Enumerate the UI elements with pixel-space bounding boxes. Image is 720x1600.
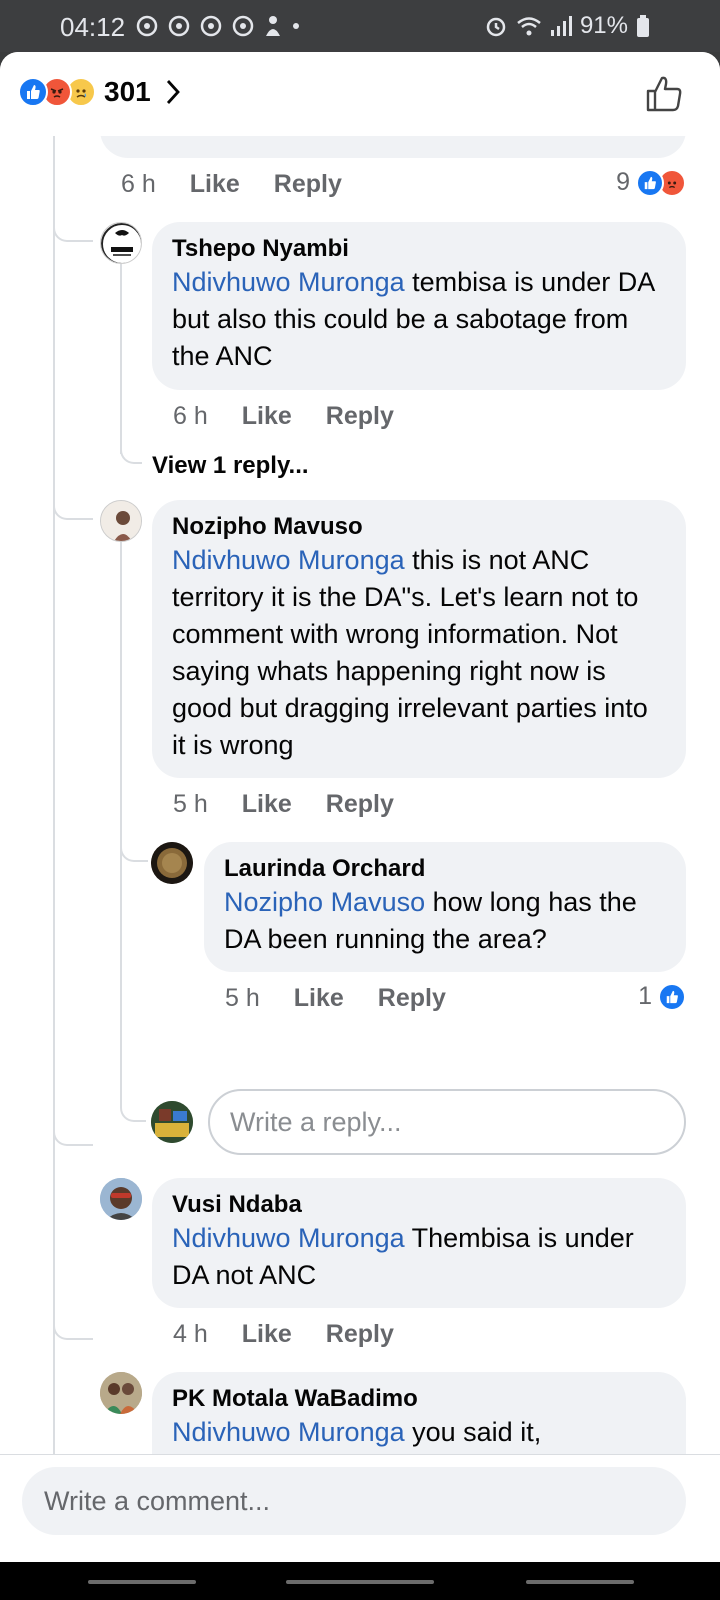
avatar[interactable] [100,500,142,542]
reply-link[interactable]: Reply [378,984,446,1013]
like-icon [636,168,664,197]
comment-author[interactable]: Laurinda Orchard [224,854,666,884]
comment-time: 4 h [173,1320,208,1348]
comment-text: Ndivhuwo Muronga this is not ANC territo… [172,542,666,764]
thread-connector [53,474,93,520]
reaction-summary[interactable]: 301 [18,76,181,108]
comment-actions: 4 h Like Reply [173,1320,394,1349]
comment-time: 6 h [121,170,156,198]
comment-time: 5 h [225,984,260,1012]
comment-author[interactable]: Tshepo Nyambi [172,234,666,264]
signal-icon [550,16,572,36]
wifi-icon [517,17,541,36]
nav-home-button[interactable] [286,1580,434,1584]
reactions-header: 301 [0,52,720,136]
comment-thread: 6 h Like Reply 9 Tshepo Nyambi Ndivhuwo … [0,136,720,1466]
reply-link[interactable]: Reply [326,402,394,431]
avatar[interactable] [151,842,193,884]
comment-body: this is not ANC territory it is the DA"s… [172,545,648,760]
battery-icon [637,15,649,37]
like-link[interactable]: Like [190,170,240,199]
reply-link[interactable]: Reply [274,170,342,199]
mention-link[interactable]: Ndivhuwo Muronga [172,267,405,297]
comment-composer: Write a comment... [0,1454,720,1562]
comment-bubble[interactable]: PK Motala WaBadimo Ndivhuwo Muronga you … [152,1372,686,1466]
status-bar: 04:12 91% [0,0,720,52]
chevron-right-icon [166,80,180,104]
recycle-icon [232,15,254,37]
reply-input[interactable]: Write a reply... [208,1089,686,1155]
alarm-icon [486,17,506,37]
comment-time: 5 h [173,790,208,818]
thread-connector [53,1100,93,1146]
like-link[interactable]: Like [294,984,344,1013]
battery-percent: 91% [579,12,628,39]
thread-connector [53,1294,93,1340]
thread-connector [120,416,142,464]
thumbs-up-icon [646,76,682,112]
comment-reaction-count: 9 [616,168,630,196]
comment-author[interactable]: Nozipho Mavuso [172,512,666,542]
comment-text: Nozipho Mavuso how long has the DA been … [224,884,666,958]
avatar[interactable] [100,222,142,264]
comment-bubble-partial[interactable] [100,136,686,158]
like-link[interactable]: Like [242,402,292,431]
comments-sheet: 301 6 h Like Reply 9 Tshepo Nyambi Ndivh… [0,52,720,1562]
comment-reactions[interactable]: 1 [638,982,686,1011]
view-replies-link[interactable]: View 1 reply... [152,452,309,480]
comment-actions: 5 h Like Reply [225,984,446,1013]
comment-actions: 5 h Like Reply [173,790,394,819]
comment-text: Ndivhuwo Muronga tembisa is under DA but… [172,264,666,375]
reply-bubble[interactable]: Laurinda Orchard Nozipho Mavuso how long… [204,842,686,972]
notification-icons [135,14,301,38]
reply-link[interactable]: Reply [326,790,394,819]
comment-actions: 6 h Like Reply [121,170,342,199]
like-icon [658,982,686,1011]
nav-recent-button[interactable] [88,1580,196,1584]
avatar[interactable] [100,1178,142,1220]
current-user-avatar [151,1101,193,1143]
comment-reactions[interactable]: 9 [616,168,686,197]
mention-link[interactable]: Ndivhuwo Muronga [172,1417,405,1447]
thread-line [53,136,55,1466]
comment-author[interactable]: Vusi Ndaba [172,1190,666,1220]
thread-connector [120,816,148,862]
recycle-icon [200,15,222,37]
status-time: 04:12 [60,12,126,42]
reaction-count: 301 [104,76,151,107]
comment-input[interactable]: Write a comment... [22,1467,686,1535]
comment-bubble[interactable]: Vusi Ndaba Ndivhuwo Muronga Thembisa is … [152,1178,686,1308]
mention-link[interactable]: Nozipho Mavuso [224,887,425,917]
thread-connector [120,1076,146,1122]
like-icon [18,77,48,107]
system-nav-bar [0,1562,720,1600]
comment-time: 6 h [173,402,208,430]
mention-link[interactable]: Ndivhuwo Muronga [172,545,405,575]
like-link[interactable]: Like [242,790,292,819]
comment-actions: 6 h Like Reply [173,402,394,431]
avatar[interactable] [100,1372,142,1414]
comment-bubble[interactable]: Tshepo Nyambi Ndivhuwo Muronga tembisa i… [152,222,686,390]
comment-author[interactable]: PK Motala WaBadimo [172,1384,666,1414]
comment-bubble[interactable]: Nozipho Mavuso Ndivhuwo Muronga this is … [152,500,686,778]
dot-icon [293,23,299,29]
recycle-icon [136,15,158,37]
thread-connector [53,196,93,242]
mention-link[interactable]: Ndivhuwo Muronga [172,1223,405,1253]
comment-text: Ndivhuwo Muronga Thembisa is under DA no… [172,1220,666,1294]
like-link[interactable]: Like [242,1320,292,1349]
like-post-button[interactable] [644,74,684,119]
nav-back-button[interactable] [526,1580,634,1584]
reply-link[interactable]: Reply [326,1320,394,1349]
recycle-icon [168,15,190,37]
status-right: 91% [484,12,650,40]
comment-reaction-count: 1 [638,982,652,1010]
app-icon [266,16,280,36]
